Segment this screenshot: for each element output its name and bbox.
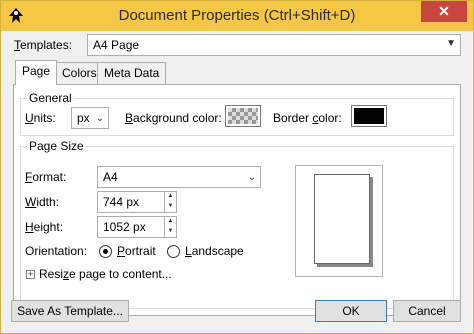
portrait-radio[interactable] (99, 245, 112, 258)
spin-down-icon[interactable]: ▼ (165, 226, 176, 236)
templates-dropdown[interactable]: A4 Page ▼ (87, 34, 461, 56)
templates-selected: A4 Page (93, 38, 140, 52)
document-properties-window: Document Properties (Ctrl+Shift+D) ✕ Tem… (0, 0, 474, 334)
format-value: A4 (103, 170, 118, 184)
height-spinbox[interactable]: 1052 px ▲ ▼ (97, 216, 177, 238)
background-color-button[interactable] (225, 105, 261, 127)
width-value: 744 px (103, 195, 140, 209)
units-label: Units: (25, 111, 56, 125)
height-spin-buttons[interactable]: ▲ ▼ (164, 216, 176, 238)
plus-expander-icon[interactable]: + (26, 270, 35, 279)
width-label: Width: (25, 195, 60, 209)
height-value: 1052 px (103, 220, 146, 234)
landscape-label[interactable]: Landscape (185, 244, 244, 258)
tab-meta-data[interactable]: Meta Data (97, 62, 167, 84)
border-color-button[interactable] (351, 105, 387, 127)
background-color-label: Background color: (125, 111, 222, 125)
general-group-title: General (27, 91, 74, 105)
chevron-down-icon: ▼ (446, 38, 456, 49)
resize-page-expander[interactable]: Resize page to content... (39, 267, 172, 281)
page-tab-panel: General Units: px ⌄ Background color: Bo… (13, 84, 461, 316)
window-title: Document Properties (Ctrl+Shift+D) (118, 7, 356, 24)
cancel-button[interactable]: Cancel (393, 300, 461, 322)
format-dropdown[interactable]: A4 ⌄ (97, 166, 261, 188)
spin-down-icon[interactable]: ▼ (165, 201, 176, 211)
radio-selected-dot (103, 249, 108, 254)
save-as-template-button[interactable]: Save As Template... (11, 300, 129, 322)
ok-button[interactable]: OK (315, 300, 387, 322)
border-color-label: Border color: (273, 111, 342, 125)
border-color-swatch (354, 108, 384, 124)
width-spin-buttons[interactable]: ▲ ▼ (164, 191, 176, 213)
chevron-down-icon: ⌄ (247, 172, 256, 183)
width-spinbox[interactable]: 744 px ▲ ▼ (97, 191, 177, 213)
portrait-label[interactable]: Portrait (117, 244, 156, 258)
checkerboard-swatch (228, 108, 258, 124)
page-size-group: Page Size Format: A4 ⌄ Width: 744 px ▲ ▼ … (20, 139, 454, 309)
title-bar[interactable]: Document Properties (Ctrl+Shift+D) ✕ (1, 1, 473, 31)
dialog-body: Templates: A4 Page ▼ Page Colors Meta Da… (7, 31, 467, 329)
spin-up-icon[interactable]: ▲ (165, 191, 176, 201)
chevron-down-icon: ⌄ (95, 113, 104, 124)
spin-up-icon[interactable]: ▲ (165, 216, 176, 226)
units-value: px (77, 111, 90, 125)
page-preview (295, 165, 383, 277)
page-preview-sheet (314, 174, 370, 264)
tab-page[interactable]: Page (15, 60, 58, 85)
orientation-label: Orientation: (25, 244, 88, 258)
close-button[interactable]: ✕ (421, 1, 467, 22)
landscape-radio[interactable] (167, 245, 180, 258)
format-label: Format: (25, 170, 67, 184)
units-dropdown[interactable]: px ⌄ (71, 107, 109, 129)
height-label: Height: (25, 220, 64, 234)
general-group: General Units: px ⌄ Background color: Bo… (20, 91, 454, 136)
page-size-group-title: Page Size (27, 139, 86, 153)
templates-label: Templates: (14, 38, 73, 52)
